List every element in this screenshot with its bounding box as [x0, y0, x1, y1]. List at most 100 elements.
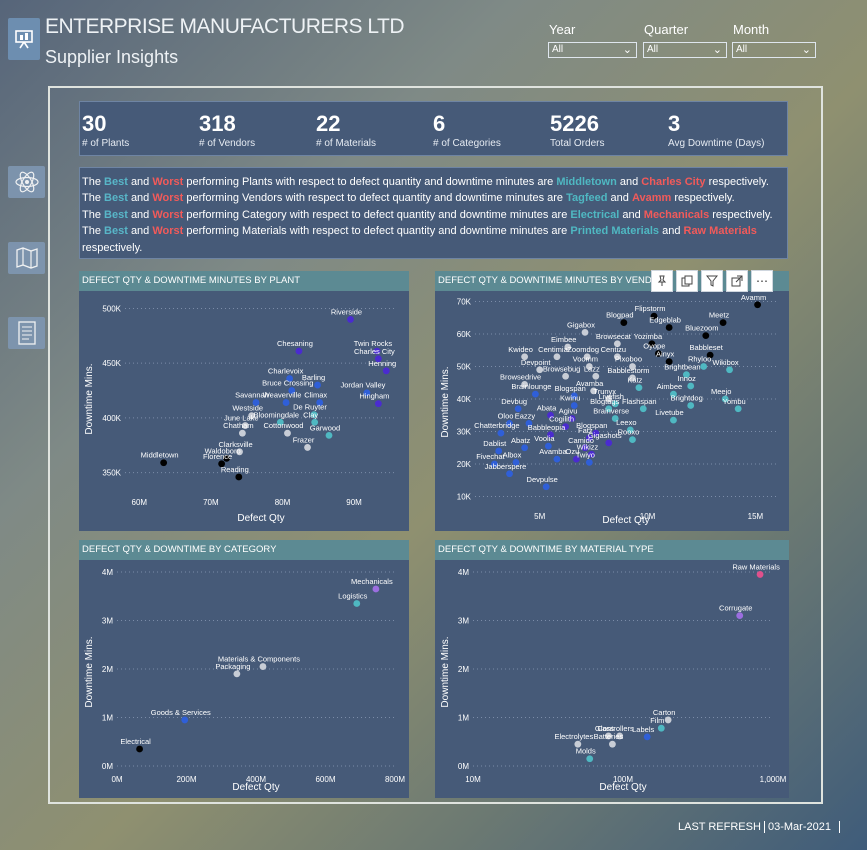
data-label: Corrugate — [719, 604, 752, 613]
data-label: Climax — [304, 391, 327, 400]
data-point — [756, 571, 764, 578]
kpi-value: 30 — [82, 111, 107, 136]
data-point — [687, 402, 695, 409]
data-point — [702, 332, 710, 340]
insight-text-box: The Best and Worst performing Plants wit… — [79, 167, 788, 259]
data-point — [643, 733, 651, 741]
data-label: Logistics — [338, 592, 367, 601]
data-label: Frazer — [293, 435, 315, 444]
data-point — [734, 405, 742, 413]
data-label: Browsedrive — [500, 372, 541, 381]
atom-icon — [14, 171, 39, 193]
data-label: Goods & Services — [151, 708, 211, 717]
kpi-materials: 22 # of Materials — [316, 111, 376, 149]
data-label: Blogpad — [606, 311, 634, 320]
data-point — [282, 399, 290, 406]
data-label: Florence — [203, 452, 232, 461]
year-filter-label: Year — [549, 22, 576, 37]
chart-vendor[interactable]: DEFECT QTY & DOWNTIME MINUTES BY VENDOR … — [435, 271, 789, 531]
data-label: Aimbee — [657, 382, 682, 391]
data-point — [521, 444, 529, 452]
x-tick-label: 90M — [346, 498, 362, 507]
data-label: Charles City — [354, 347, 395, 356]
y-tick-label: 10K — [457, 493, 472, 502]
x-axis-title: Defect Qty — [599, 782, 646, 793]
vendor-scatter-svg: 10K20K30K40K50K60K70K5M 10M 15MDefect QtyD… — [440, 293, 777, 526]
data-point — [609, 740, 616, 748]
side-nav-map[interactable] — [8, 242, 45, 274]
data-label: Film — [650, 716, 664, 725]
side-nav-atom[interactable] — [8, 166, 45, 198]
month-filter-select[interactable]: All ⌄ — [732, 42, 816, 58]
data-point — [553, 353, 561, 361]
data-label: Zoomdog — [567, 345, 599, 354]
data-label: Chesaning — [277, 339, 313, 348]
kpi-label: Avg Downtime (Days) — [668, 138, 765, 149]
data-point — [314, 381, 321, 389]
copy-icon[interactable] — [676, 270, 698, 292]
x-tick-label: 80M — [275, 498, 291, 507]
y-axis-title: Downtime Mins. — [84, 636, 95, 707]
data-label: Kwideo — [508, 345, 533, 354]
filter-icon[interactable] — [701, 270, 723, 292]
data-label: Voolia — [534, 434, 555, 443]
chart-material[interactable]: DEFECT QTY & DOWNTIME BY MATERIAL TYPE 0… — [435, 540, 789, 798]
data-label: Hingham — [359, 392, 389, 401]
kpi-categories: 6 # of Categories — [433, 111, 501, 149]
data-label: Oloo — [498, 411, 514, 420]
data-point — [238, 429, 246, 437]
y-tick-label: 1M — [102, 714, 113, 723]
kpi-label: # of Vendors — [199, 138, 256, 149]
chevron-down-icon: ⌄ — [801, 44, 811, 56]
data-point — [635, 384, 643, 392]
data-point — [700, 363, 708, 370]
last-refresh-label: LAST REFRESH — [678, 821, 761, 833]
year-filter-select[interactable]: All ⌄ — [548, 42, 637, 58]
data-label: Brainlounge — [511, 382, 551, 391]
x-tick-label: 200M — [176, 775, 196, 784]
data-point — [585, 458, 593, 466]
x-axis-title: Defect Qty — [232, 782, 279, 793]
y-tick-label: 0M — [102, 762, 113, 771]
data-label: Katz — [627, 376, 642, 385]
quarter-filter-select[interactable]: All ⌄ — [643, 42, 727, 58]
x-tick-label: 70M — [203, 498, 219, 507]
y-tick-label: 60K — [457, 330, 472, 339]
data-label: Devbug — [501, 397, 527, 406]
more-options-icon[interactable]: ⋯ — [751, 270, 773, 292]
data-point — [325, 431, 333, 439]
data-label: Chatterbridge — [474, 421, 519, 430]
side-nav-document[interactable] — [8, 317, 45, 349]
data-label: Edgeblab — [649, 316, 681, 325]
focus-mode-icon[interactable] — [726, 270, 748, 292]
data-point — [726, 366, 733, 374]
x-tick-label: 10M — [465, 775, 481, 784]
data-label: Babbleopia — [528, 423, 566, 432]
data-label: Eazzy — [515, 411, 536, 420]
data-point — [670, 416, 677, 424]
chart-plant[interactable]: DEFECT QTY & DOWNTIME MINUTES BY PLANT 3… — [79, 271, 409, 531]
data-label: Avamm — [741, 293, 766, 302]
data-label: Batteries — [594, 732, 624, 741]
data-label: Abata — [537, 403, 557, 412]
data-point — [605, 439, 613, 447]
data-point — [160, 459, 168, 467]
data-point — [304, 444, 311, 451]
data-point — [639, 405, 647, 413]
chart-category[interactable]: DEFECT QTY & DOWNTIME BY CATEGORY 0M 1M 2M… — [79, 540, 409, 798]
data-point — [181, 716, 189, 724]
pin-icon[interactable] — [651, 270, 673, 292]
data-label: Meejo — [711, 387, 731, 396]
data-label: Chatham — [223, 421, 253, 430]
data-label: Blogspan — [555, 384, 586, 393]
data-label: Lazz — [584, 364, 600, 373]
data-point — [664, 716, 672, 724]
data-label: Clay — [303, 410, 318, 419]
x-tick-label: 800M — [385, 775, 405, 784]
data-label: Dablist — [483, 439, 507, 448]
data-point — [372, 585, 380, 593]
y-axis-title: Downtime Mins. — [440, 366, 451, 437]
presentation-icon — [15, 30, 33, 49]
y-tick-label: 50K — [457, 363, 472, 372]
data-label: Packaging — [215, 662, 250, 671]
